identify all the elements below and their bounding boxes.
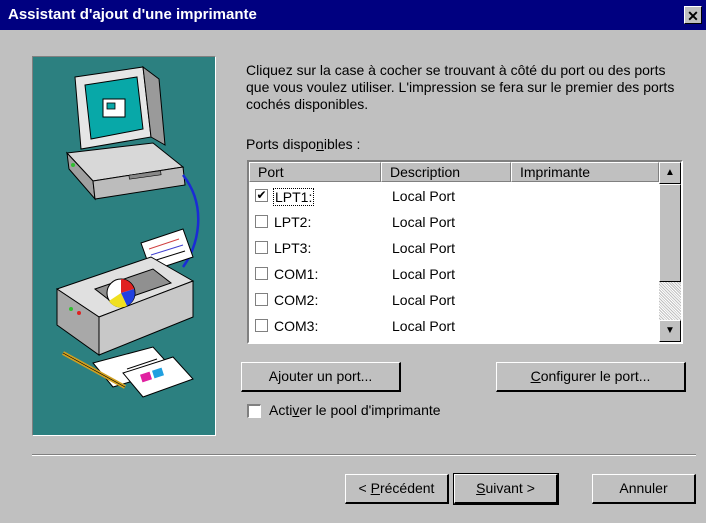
wizard-illustration — [32, 56, 216, 436]
port-description: Local Port — [392, 266, 456, 282]
port-name: LPT3: — [274, 240, 312, 256]
port-name: LPT2: — [274, 214, 312, 230]
ports-list[interactable]: Port Description Imprimante ✔ LPT1: Local … — [247, 160, 683, 344]
port-row[interactable]: LPT2: Local Port — [249, 210, 659, 236]
port-description: Local Port — [392, 292, 456, 308]
port-name: COM2: — [274, 292, 319, 308]
port-description: Local Port — [392, 188, 456, 204]
cancel-button[interactable]: Annuler — [592, 474, 696, 504]
port-description: Local Port — [392, 214, 456, 230]
port-row[interactable]: COM3: Local Port — [249, 314, 659, 340]
configure-port-button[interactable]: Configurer le port... — [496, 362, 686, 392]
title-bar: Assistant d'ajout d'une imprimante ✕ — [0, 0, 706, 30]
available-ports-label: Ports disponibles : — [246, 136, 361, 152]
port-checkbox[interactable] — [255, 267, 268, 280]
computer-printer-illustration-icon — [55, 65, 200, 398]
port-name: LPT1: — [273, 188, 315, 206]
scroll-track[interactable] — [659, 282, 681, 320]
column-header-printer[interactable]: Imprimante — [511, 162, 659, 182]
ports-rows: ✔ LPT1: Local Port LPT2: Local Port LPT3: Loca… — [249, 184, 659, 340]
port-checkbox[interactable] — [255, 319, 268, 332]
column-header-port[interactable]: Port — [249, 162, 381, 182]
port-checkbox[interactable] — [255, 241, 268, 254]
close-icon: ✕ — [687, 8, 699, 24]
close-button[interactable]: ✕ — [684, 6, 702, 24]
scroll-thumb[interactable] — [659, 184, 681, 282]
check-icon: ✔ — [256, 188, 267, 202]
arrow-down-icon: ▼ — [665, 325, 675, 336]
port-row[interactable]: LPT3: Local Port — [249, 236, 659, 262]
add-port-button[interactable]: Ajouter un port... — [241, 362, 401, 392]
arrow-up-icon: ▲ — [665, 167, 675, 178]
next-button[interactable]: Suivant > — [453, 473, 559, 505]
separator — [32, 454, 696, 456]
window-title: Assistant d'ajout d'une imprimante — [8, 6, 257, 23]
port-row[interactable]: ✔ LPT1: Local Port — [249, 184, 659, 210]
ports-scrollbar[interactable]: ▲ ▼ — [659, 162, 681, 342]
port-checkbox[interactable] — [255, 293, 268, 306]
back-button[interactable]: < Précédent — [345, 474, 449, 504]
scroll-up-button[interactable]: ▲ — [659, 162, 681, 184]
port-checkbox[interactable]: ✔ — [255, 189, 268, 202]
port-description: Local Port — [392, 240, 456, 256]
port-description: Local Port — [392, 318, 456, 334]
printer-pool-label: Activer le pool d'imprimante — [269, 402, 441, 418]
port-name: COM3: — [274, 318, 319, 334]
scroll-down-button[interactable]: ▼ — [659, 320, 681, 342]
column-header-description[interactable]: Description — [381, 162, 511, 182]
port-checkbox[interactable] — [255, 215, 268, 228]
printer-pool-checkbox[interactable] — [247, 404, 261, 418]
port-name: COM1: — [274, 266, 319, 282]
ports-list-header: Port Description Imprimante — [249, 162, 659, 182]
port-row[interactable]: COM2: Local Port — [249, 288, 659, 314]
port-row[interactable]: COM1: Local Port — [249, 262, 659, 288]
intro-text: Cliquez sur la case à cocher se trouvant… — [246, 62, 675, 112]
